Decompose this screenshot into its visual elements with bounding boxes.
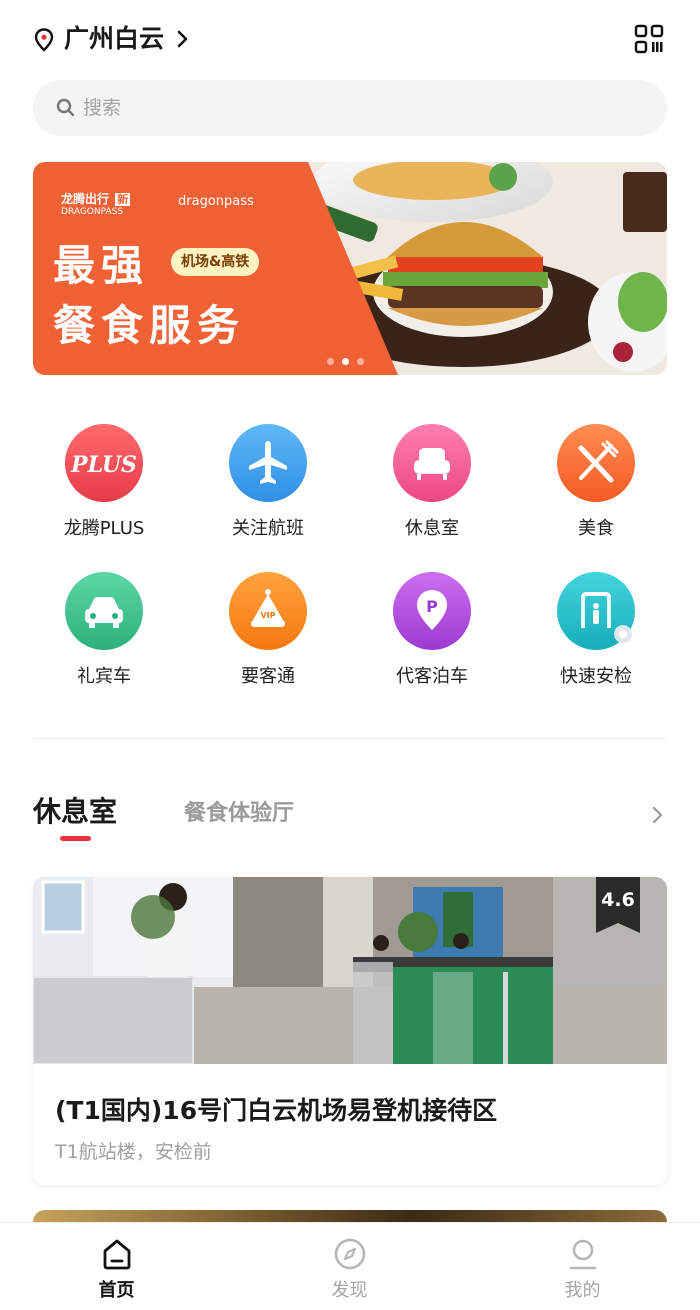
service-label: 代客泊车 xyxy=(396,666,468,687)
search-icon xyxy=(56,98,75,117)
banner-tag: 机场&高铁 xyxy=(171,248,260,276)
nav-label: 发现 xyxy=(331,1280,368,1301)
service-label: 快速安检 xyxy=(560,666,632,687)
section-divider xyxy=(33,738,667,739)
banner-dot-active[interactable] xyxy=(342,358,349,365)
banner-brand-secondary: dragonpass xyxy=(178,194,254,209)
search-input[interactable] xyxy=(83,80,643,136)
banner-brand: 龙腾出行 新 DRAGONPASS xyxy=(61,190,131,217)
sofa-icon xyxy=(393,424,471,502)
city-selector[interactable]: 广州白云 xyxy=(64,22,164,56)
service-item-security[interactable]: 快速安检 xyxy=(514,568,678,698)
lounge-title: (T1国内)16号门白云机场易登机接待区 xyxy=(55,1096,498,1125)
banner-brand-en: DRAGONPASS xyxy=(61,207,124,217)
banner-brand-badge: 新 xyxy=(115,193,131,206)
lounge-card[interactable]: 4.6 (T1国内)16号门白云机场易登机接待区 T1航站楼，安检前 xyxy=(33,877,667,1185)
parking-pin-icon: P xyxy=(393,572,471,650)
nav-label: 首页 xyxy=(98,1280,135,1301)
banner-dot[interactable] xyxy=(327,358,334,365)
nav-item-profile[interactable]: 我的 xyxy=(466,1223,699,1310)
service-item-flight[interactable]: 关注航班 xyxy=(186,420,350,550)
service-label: 美食 xyxy=(578,518,614,539)
nav-label: 我的 xyxy=(564,1280,601,1301)
service-item-lounge[interactable]: 休息室 xyxy=(350,420,514,550)
location-pin-icon xyxy=(34,28,54,52)
service-item-food[interactable]: 美食 xyxy=(514,420,678,550)
fork-knife-icon xyxy=(557,424,635,502)
plus-badge-icon: PLUS xyxy=(65,424,143,502)
promo-banner[interactable]: 龙腾出行 新 DRAGONPASS dragonpass 最强 机场&高铁 餐食… xyxy=(33,162,667,375)
banner-headline-1: 最强 xyxy=(53,241,150,290)
banner-headline-2: 餐食服务 xyxy=(53,301,246,350)
banner-pagination xyxy=(327,350,372,369)
chevron-right-icon[interactable] xyxy=(176,28,190,50)
svg-text:P: P xyxy=(426,597,438,616)
service-label: 休息室 xyxy=(405,518,459,539)
service-item-plus[interactable]: PLUS 龙腾PLUS xyxy=(22,420,186,550)
user-icon xyxy=(569,1239,597,1270)
service-label: 关注航班 xyxy=(232,518,304,539)
vip-crown-icon: VIP xyxy=(229,572,307,650)
security-gate-icon xyxy=(557,572,635,650)
service-label: 礼宾车 xyxy=(77,666,131,687)
rating-value: 4.6 xyxy=(601,889,635,911)
service-label: 要客通 xyxy=(241,666,295,687)
svg-text:PLUS: PLUS xyxy=(70,452,137,478)
banner-brand-cn: 龙腾出行 xyxy=(61,192,110,206)
nav-item-home[interactable]: 首页 xyxy=(0,1223,233,1310)
bottom-nav: 首页 发现 我的 xyxy=(0,1222,700,1310)
tab-active-indicator xyxy=(60,836,91,841)
svg-text:VIP: VIP xyxy=(260,611,275,620)
header: 广州白云 xyxy=(0,0,700,80)
qr-code-icon[interactable] xyxy=(634,24,664,54)
tab-lounge[interactable]: 休息室 xyxy=(33,790,117,830)
chevron-right-icon[interactable] xyxy=(652,805,664,825)
service-item-vip[interactable]: VIP 要客通 xyxy=(186,568,350,698)
nav-item-discover[interactable]: 发现 xyxy=(233,1223,466,1310)
car-icon xyxy=(65,572,143,650)
service-label: 龙腾PLUS xyxy=(63,518,145,539)
airplane-icon xyxy=(229,424,307,502)
compass-icon xyxy=(334,1238,366,1270)
service-item-car[interactable]: 礼宾车 xyxy=(22,568,186,698)
banner-dot[interactable] xyxy=(357,358,364,365)
lounge-subtitle: T1航站楼，安检前 xyxy=(55,1141,212,1163)
tab-dining-hall[interactable]: 餐食体验厅 xyxy=(184,795,294,827)
search-bar[interactable] xyxy=(33,80,667,136)
lounge-photo xyxy=(33,877,667,1064)
service-item-parking[interactable]: P 代客泊车 xyxy=(350,568,514,698)
home-icon xyxy=(103,1239,131,1270)
